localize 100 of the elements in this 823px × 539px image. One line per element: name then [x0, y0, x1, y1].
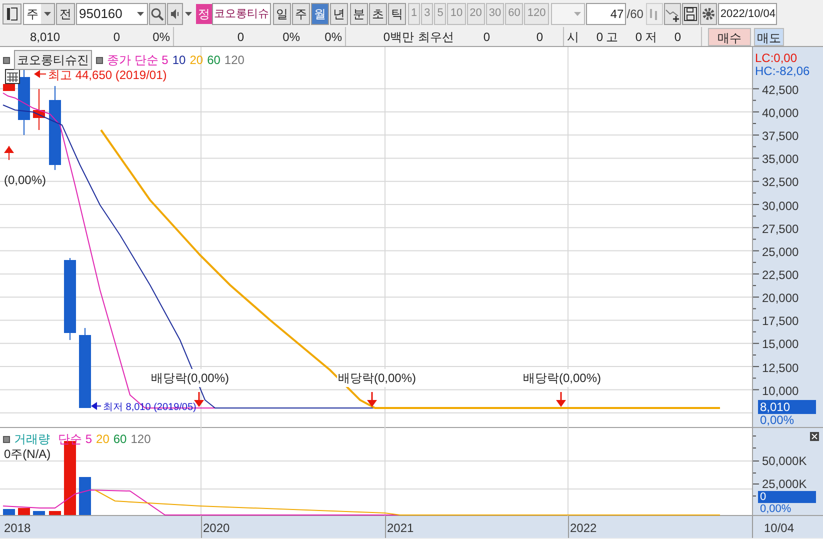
axis-tick-label: 50,000K: [762, 455, 807, 468]
quote-value: 8,010: [28, 28, 60, 46]
candlestick: [3, 84, 15, 92]
axis-tick-label: 25,000: [762, 244, 799, 261]
stock-name-field[interactable]: 코오롱티슈: [212, 2, 271, 24]
axis-tick-label: 15,000: [762, 336, 799, 354]
legend-label: 20: [190, 52, 204, 69]
axis-tick-label: 37,500: [762, 128, 799, 146]
quote-label: 고: [606, 28, 619, 46]
period-tab[interactable]: 년: [330, 2, 348, 24]
period-tab[interactable]: 일: [273, 2, 291, 24]
dividend-note: 배당락(0,00%): [522, 369, 602, 387]
volume-bar: [33, 511, 45, 515]
panel-icon[interactable]: [2, 2, 22, 24]
time-axis-label: 2020: [203, 520, 230, 537]
dividend-note: 배당락(0,00%): [150, 369, 230, 387]
quote-value: 0%: [152, 28, 170, 46]
axis-tick-label: 40,000: [762, 104, 799, 122]
dividend-arrow: [367, 392, 377, 407]
sell-button[interactable]: 매도: [754, 28, 784, 46]
legend-label: 20: [96, 431, 110, 448]
quote-value: 0: [535, 28, 543, 46]
quote-value: 0: [112, 28, 120, 46]
volume-bar: [79, 477, 91, 515]
quote-value: 0: [482, 28, 490, 46]
period-tab[interactable]: 월: [311, 2, 329, 24]
volume-bar: [49, 511, 61, 515]
axis-tick-label: 20,000: [762, 290, 799, 308]
lc-reading: LC:0,00: [755, 50, 798, 66]
settings-icon[interactable]: [700, 2, 718, 24]
listing-note: (0,00%): [4, 172, 46, 189]
quote-value: 0: [673, 28, 681, 46]
caret-icon[interactable]: [185, 12, 192, 16]
last-price-label: 8,010: [758, 400, 816, 414]
high-arrow: [34, 70, 46, 78]
dividend-note: 배당락(0,00%): [337, 369, 418, 387]
search-icon[interactable]: [149, 2, 166, 24]
change-rate-label: 0,00%: [760, 413, 794, 427]
market-badge: 정: [196, 4, 212, 24]
listing-marker-arrow: [4, 146, 14, 160]
legend-toggle-icon[interactable]: [3, 56, 10, 64]
legend-label: 단순 5: [58, 431, 92, 448]
axis-tick-label: 25,000K: [762, 478, 807, 491]
volume-reading: 0주(N/A): [4, 446, 51, 463]
volume-bar: [18, 508, 30, 515]
axis-tick-label: 10,000: [762, 382, 799, 400]
count-field[interactable]: 47: [586, 2, 626, 24]
buy-button[interactable]: 매수: [708, 28, 751, 46]
change-rate-label: 0,00%: [760, 503, 792, 515]
save-icon[interactable]: [682, 2, 700, 24]
quote-value: 0%: [324, 28, 342, 46]
prev-button[interactable]: 전: [56, 2, 75, 24]
speaker-icon[interactable]: [167, 2, 183, 24]
volume-bar: [3, 509, 15, 515]
axis-tick-label: 12,500: [762, 360, 799, 377]
date-field[interactable]: 2022/10/04: [718, 2, 778, 24]
caret-icon[interactable]: [44, 12, 51, 16]
quote-label: 저: [645, 28, 658, 46]
quote-label: 최우선: [418, 28, 454, 46]
axis-tick-label: 22,500: [762, 266, 799, 284]
quote-label: 시: [567, 28, 580, 46]
high-price-note: 최고 44,650 (2019/01): [48, 67, 167, 84]
period-tab[interactable]: 주: [292, 2, 310, 24]
last-volume-label: 0: [758, 491, 816, 503]
axis-tick-label: 32,500: [762, 174, 799, 192]
quote-value: 0: [634, 28, 642, 46]
count-total: /60: [626, 6, 644, 22]
chart-title-button[interactable]: 코오롱티슈진: [14, 50, 92, 70]
legend-toggle-icon[interactable]: [96, 56, 103, 64]
quote-value: 0: [595, 28, 603, 46]
interval-button[interactable]: 분: [350, 2, 368, 24]
legend-label: 종가 단순 5: [107, 52, 168, 69]
dividend-arrow: [556, 392, 566, 407]
axis-tick-label: 35,000: [762, 151, 799, 168]
time-axis-label: 2022: [570, 520, 597, 537]
hc-reading: HC:-82,06: [755, 64, 810, 80]
period-dropdown[interactable]: 주: [23, 2, 55, 24]
legend-label: 120: [130, 431, 151, 448]
close-icon[interactable]: [810, 432, 819, 441]
dividend-arrow: [194, 392, 204, 407]
interval-button[interactable]: 틱: [388, 2, 406, 24]
legend-label: 120: [224, 52, 244, 69]
quote-value: 0%: [282, 28, 300, 46]
axis-tick-label: 17,500: [762, 313, 799, 330]
candle-chart-icon: [646, 2, 664, 24]
legend-toggle-icon[interactable]: [3, 436, 10, 442]
candlestick: [33, 88, 45, 130]
axis-tick-label: 27,500: [762, 220, 799, 238]
legend-label: 60: [113, 431, 127, 448]
legend-label: 10: [172, 52, 186, 69]
axis-tick-label: 30,000: [762, 198, 799, 214]
axis-tick-label: 42,500: [762, 82, 799, 99]
quote-value: 0백만: [382, 28, 414, 46]
interval-button[interactable]: 초: [369, 2, 387, 24]
time-axis-label: 2018: [4, 520, 31, 537]
add-indicator-icon[interactable]: [664, 2, 682, 24]
time-axis-label: 2021: [387, 520, 414, 537]
quote-value: 0: [236, 28, 244, 46]
table-icon[interactable]: [5, 69, 20, 84]
legend-label: 60: [207, 52, 220, 69]
